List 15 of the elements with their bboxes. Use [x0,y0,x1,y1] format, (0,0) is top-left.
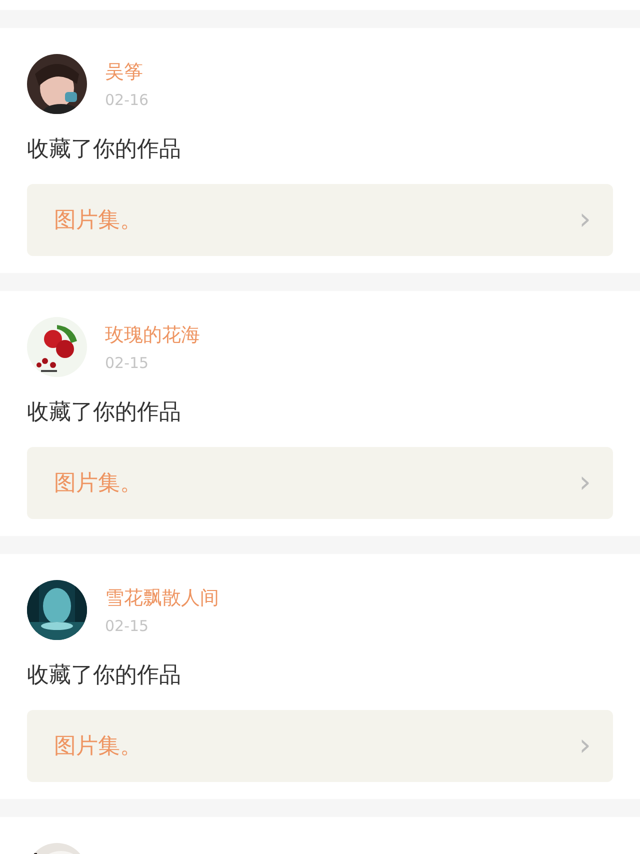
work-link[interactable]: 图片集。 › [27,710,613,782]
chevron-icon: › [579,731,591,761]
action-text: 收藏了你的作品 [27,399,182,427]
work-link[interactable]: 图片集。 › [27,184,613,256]
action-text: 收藏了你的作品 [27,136,182,164]
date: 02-15 [105,616,150,637]
user-name[interactable]: 玫瑰的花海 [105,322,200,348]
user-name[interactable]: 雪花飘散人间 [105,585,219,611]
user-name[interactable]: 吴筝 [105,59,149,85]
chevron-icon: › [579,205,591,235]
work-link[interactable]: 图片集。 › [27,447,613,519]
date: 02-15 [105,353,150,374]
action-text: 收藏了你的作品 [27,662,182,690]
date: 02-16 [105,90,149,111]
chevron-icon: › [579,468,591,498]
